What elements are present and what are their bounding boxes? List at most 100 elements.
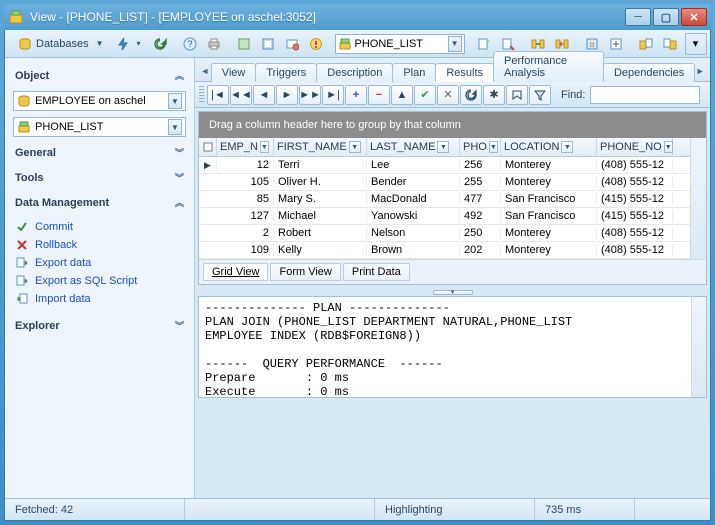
status-bar: Fetched: 42 Highlighting 735 ms (5, 498, 710, 520)
bookmark-icon[interactable]: ✱ (483, 85, 505, 105)
print-icon[interactable] (203, 33, 225, 55)
link-commit[interactable]: Commit (15, 220, 184, 234)
link-export-sql[interactable]: Export as SQL Script (15, 274, 184, 288)
link-export-data[interactable]: Export data (15, 256, 184, 270)
tab-scroll-left[interactable]: ◄ (199, 62, 211, 80)
sidebar-db-arrow[interactable]: ▼ (168, 93, 182, 109)
lightning-dropdown[interactable]: ▾ (137, 39, 141, 48)
refresh-icon[interactable] (149, 33, 171, 55)
databases-dropdown[interactable]: ▼ (96, 33, 104, 55)
filter-dropdown-icon[interactable]: ▼ (349, 141, 361, 153)
vertical-scrollbar[interactable] (690, 138, 706, 259)
tab-dependencies[interactable]: Dependencies (603, 63, 695, 82)
table-row[interactable]: 2RobertNelson250Monterey(408) 555-12 (199, 225, 690, 242)
close-button[interactable]: ✕ (681, 8, 707, 26)
tab-description[interactable]: Description (316, 63, 393, 82)
cell-loc: Monterey (501, 244, 597, 256)
filter-icon[interactable] (529, 85, 551, 105)
sidebar-obj-selector[interactable]: PHONE_LIST ▼ (13, 117, 186, 137)
filter-dropdown-icon[interactable]: ▼ (489, 141, 498, 153)
x-icon (15, 238, 29, 252)
post-icon[interactable]: ✔ (414, 85, 436, 105)
filter-dropdown-icon[interactable]: ▼ (437, 141, 449, 153)
tool-icon-3[interactable] (281, 33, 303, 55)
tool-icon-12[interactable] (659, 33, 681, 55)
chevron-down-icon: ︾ (175, 319, 184, 332)
link-rollback[interactable]: Rollback (15, 238, 184, 252)
goto-bookmark-icon[interactable] (506, 85, 528, 105)
col-header-pho[interactable]: PHO▼ (460, 138, 501, 156)
tab-performance[interactable]: Performance Analysis (493, 51, 604, 82)
table-row[interactable]: 105Oliver H.Bender255Monterey(408) 555-1… (199, 174, 690, 191)
section-general[interactable]: General ︾ (13, 143, 186, 162)
nav-next-page-icon[interactable]: ►► (299, 85, 321, 105)
filter-dropdown-icon[interactable]: ▼ (664, 141, 673, 153)
plan-scrollbar[interactable] (691, 296, 707, 398)
find-input[interactable] (590, 86, 700, 104)
status-tail (635, 499, 710, 520)
col-header-first[interactable]: FIRST_NAME▼ (274, 138, 367, 156)
section-object-label: Object (15, 70, 49, 82)
tool-icon-4[interactable] (305, 33, 327, 55)
tab-view[interactable]: View (211, 63, 257, 82)
tool-icon-1[interactable] (233, 33, 255, 55)
section-explorer[interactable]: Explorer ︾ (13, 316, 186, 335)
row-selector-header[interactable] (199, 138, 217, 156)
tab-results[interactable]: Results (435, 63, 494, 82)
col-header-last[interactable]: LAST_NAME▼ (367, 138, 460, 156)
form-view-tab[interactable]: Form View (270, 263, 340, 281)
delete-row-icon[interactable]: − (368, 85, 390, 105)
tab-triggers[interactable]: Triggers (255, 63, 317, 82)
tab-plan[interactable]: Plan (392, 63, 436, 82)
nav-prev-page-icon[interactable]: ◄◄ (230, 85, 252, 105)
cell-emp: 105 (217, 176, 274, 188)
nav-last-icon[interactable]: ►| (322, 85, 344, 105)
status-spacer (185, 499, 375, 520)
cancel-icon[interactable]: ✕ (437, 85, 459, 105)
edit-row-icon[interactable]: ▲ (391, 85, 413, 105)
tool-icon-11[interactable] (635, 33, 657, 55)
cell-loc: San Francisco (501, 210, 597, 222)
nav-next-icon[interactable]: ► (276, 85, 298, 105)
nav-first-icon[interactable]: |◄ (207, 85, 229, 105)
databases-button[interactable]: Databases (13, 33, 94, 55)
lightning-icon[interactable] (112, 33, 134, 55)
section-tools[interactable]: Tools ︾ (13, 168, 186, 187)
col-header-phone[interactable]: PHONE_NO▼ (597, 138, 673, 156)
cell-pho: 250 (460, 227, 501, 239)
table-row[interactable]: 109KellyBrown202Monterey(408) 555-12 (199, 242, 690, 259)
object-selector[interactable]: PHONE_LIST ▼ (335, 34, 465, 54)
table-row[interactable]: 127MichaelYanowski492San Francisco(415) … (199, 208, 690, 225)
sidebar-db-selector[interactable]: EMPLOYEE on aschel ▼ (13, 91, 186, 111)
tool-icon-10[interactable] (605, 33, 627, 55)
help-icon[interactable]: ? (179, 33, 201, 55)
sidebar-obj-arrow[interactable]: ▼ (168, 119, 182, 135)
toolbar-grip[interactable] (199, 86, 204, 104)
section-object[interactable]: Object ︽ (13, 66, 186, 85)
col-header-loc[interactable]: LOCATION▼ (501, 138, 597, 156)
tool-icon-5[interactable] (473, 33, 495, 55)
cell-phone: (415) 555-12 (597, 210, 673, 222)
maximize-button[interactable]: ▢ (653, 8, 679, 26)
filter-dropdown-icon[interactable]: ▼ (561, 141, 573, 153)
minimize-button[interactable]: ─ (625, 8, 651, 26)
table-row[interactable]: 85Mary S.MacDonald477San Francisco(415) … (199, 191, 690, 208)
section-data-management[interactable]: Data Management ︽ (13, 193, 186, 212)
print-data-tab[interactable]: Print Data (343, 263, 410, 281)
toolbar-overflow[interactable]: ▾ (685, 33, 707, 55)
group-by-bar[interactable]: Drag a column header here to group by th… (199, 112, 706, 138)
table-row[interactable]: ▶12TerriLee256Monterey(408) 555-12 (199, 157, 690, 174)
object-selector-arrow[interactable]: ▼ (448, 36, 462, 52)
horizontal-splitter[interactable]: ▾ (195, 288, 710, 296)
nav-prev-icon[interactable]: ◄ (253, 85, 275, 105)
filter-dropdown-icon[interactable]: ▼ (260, 141, 269, 153)
add-row-icon[interactable]: + (345, 85, 367, 105)
refresh-grid-icon[interactable] (460, 85, 482, 105)
col-header-emp[interactable]: EMP_N▼ (217, 138, 274, 156)
link-import-data[interactable]: Import data (15, 292, 184, 306)
tab-scroll-right[interactable]: ► (694, 62, 706, 80)
plan-output[interactable]: -------------- PLAN -------------- PLAN … (198, 296, 691, 398)
tool-icon-2[interactable] (257, 33, 279, 55)
grid-view-tab[interactable]: Grid View (203, 263, 268, 281)
cell-first: Kelly (274, 244, 367, 256)
